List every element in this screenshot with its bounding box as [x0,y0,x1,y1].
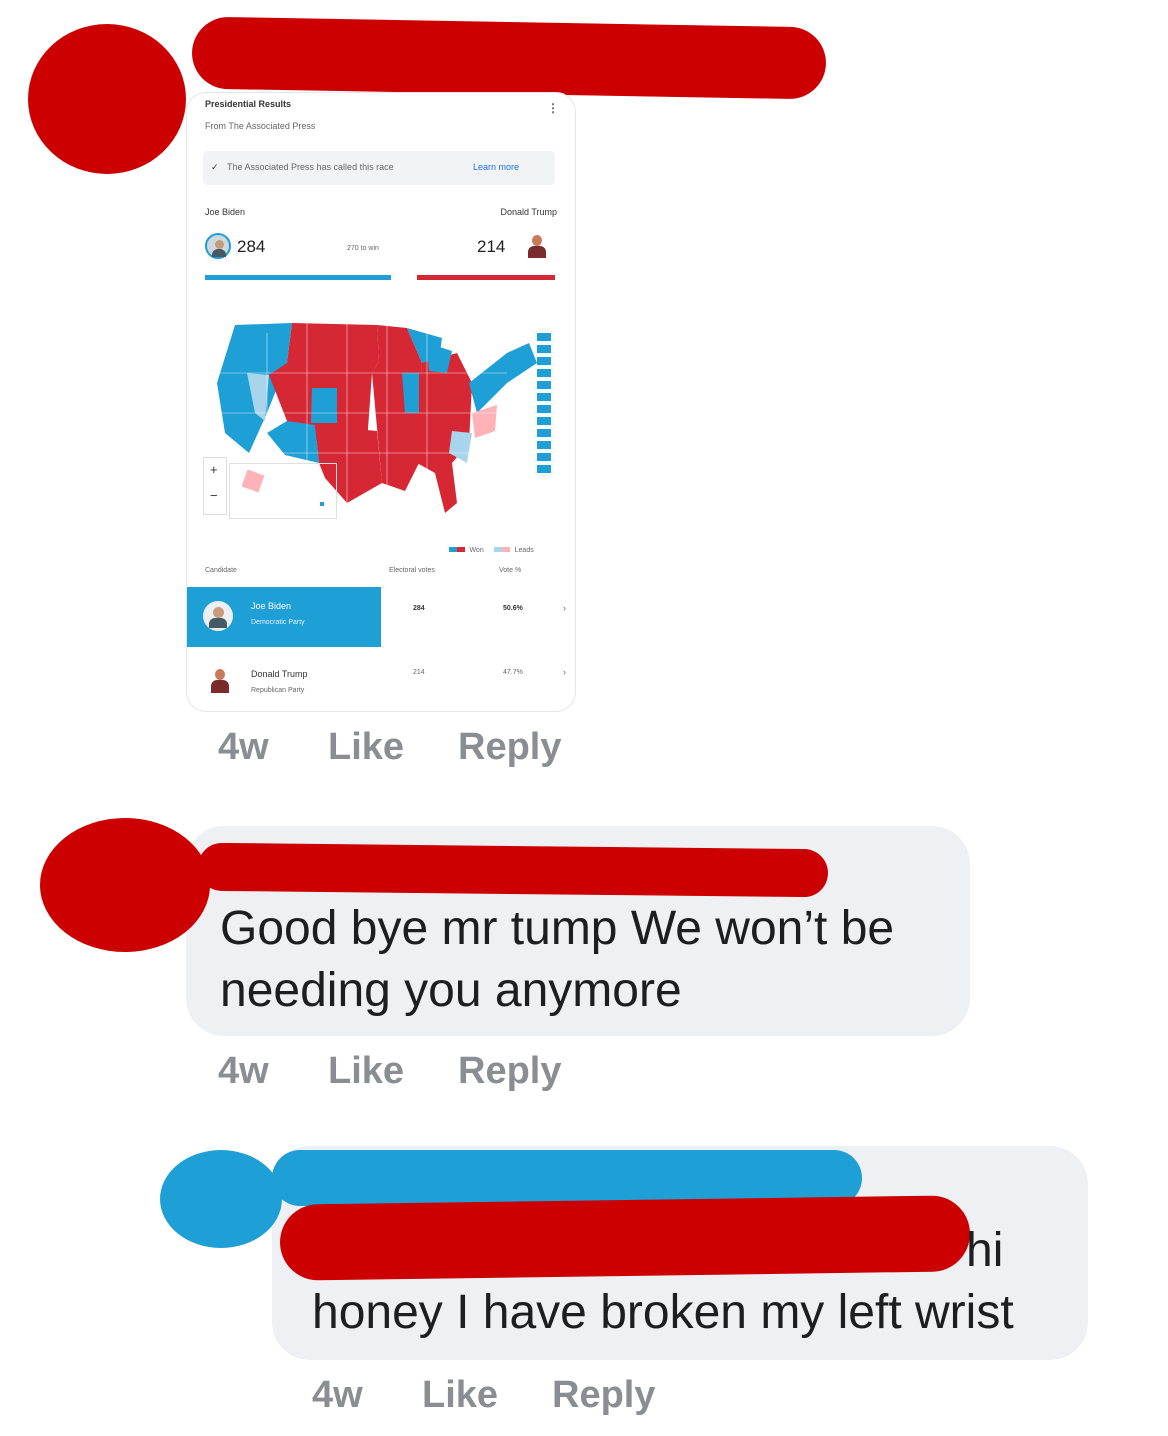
zoom-controls: + − [203,457,227,515]
map-legend: Won Leads [449,539,534,557]
redacted-name [191,16,827,100]
comment-text-tail: hi [966,1224,1004,1277]
like-button[interactable]: Like [328,1050,404,1093]
redacted-text [279,1195,971,1281]
candidate-right-name: Donald Trump [500,207,557,217]
table-header-vote-percent: Vote % [499,567,522,574]
comment-text-line1: Good bye mr tump We won’t be [220,902,895,955]
trump-progress-bar [417,275,555,280]
more-options-icon[interactable]: ⋮ [547,101,559,115]
row-chevron-icon: › [563,603,566,613]
row-trump-party: Republican Party [251,687,305,694]
biden-avatar [205,233,231,259]
votes-right: 214 [477,237,506,256]
redacted-avatar [40,818,210,952]
comment-time: 4w [312,1374,363,1416]
election-results-card[interactable]: Presidential Results From The Associated… [186,92,576,712]
reply-button[interactable]: Reply [458,1050,561,1093]
table-row-biden[interactable]: Joe Biden Democratic Party [187,587,381,647]
like-button[interactable]: Like [422,1374,498,1417]
redacted-avatar [160,1150,282,1248]
called-banner: ✓ The Associated Press has called this r… [203,151,555,185]
row-biden-percent: 50.6% [503,605,523,612]
redacted-name [197,842,829,898]
votes-left: 284 [237,237,266,256]
trump-avatar [525,233,549,259]
learn-more-link[interactable]: Learn more [473,162,519,172]
candidate-left-name: Joe Biden [205,207,246,217]
card-source: From The Associated Press [205,121,316,131]
row-trump-electoral: 214 [413,669,425,676]
check-icon: ✓ [211,162,219,172]
legend-leads: Leads [514,547,534,554]
reply-button[interactable]: Reply [458,726,561,769]
table-header-electoral: Electoral votes [389,567,435,574]
comment-text-line2: needing you anymore [220,964,682,1017]
biden-progress-bar [205,275,391,280]
banner-text: The Associated Press has called this rac… [227,162,394,172]
biden-row-avatar [203,601,233,631]
zoom-out-button[interactable]: − [210,488,218,503]
trump-row-avatar [207,667,233,695]
redacted-avatar [28,24,186,174]
row-biden-name: Joe Biden [251,601,292,611]
row-chevron-icon: › [563,667,566,677]
row-trump-percent: 47.7% [503,669,523,676]
legend-won: Won [469,547,484,554]
small-states-legend [537,333,551,473]
to-win-label: 270 to win [347,245,379,252]
card-title: Presidential Results [205,99,292,109]
reply-button[interactable]: Reply [552,1374,655,1417]
table-header-candidate: Candidate [205,567,237,574]
comment-time: 4w [218,726,269,768]
like-button[interactable]: Like [328,726,404,769]
comment-time: 4w [218,1050,269,1092]
comment-text-line2: honey I have broken my left wrist [312,1286,1014,1339]
row-trump-name[interactable]: Donald Trump [251,669,308,679]
row-biden-party: Democratic Party [251,619,305,626]
row-biden-electoral: 284 [413,605,425,612]
zoom-in-button[interactable]: + [210,462,218,477]
alaska-hawaii-inset [229,463,337,519]
